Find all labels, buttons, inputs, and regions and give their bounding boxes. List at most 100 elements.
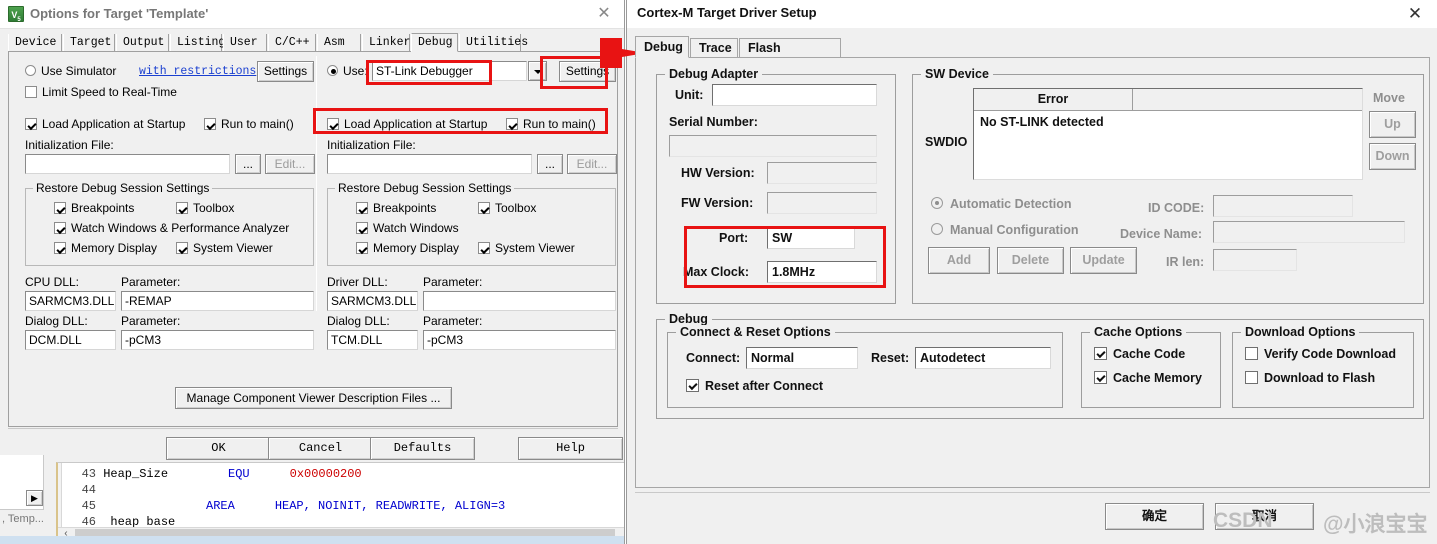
dialog-dll-input-right[interactable]: TCM.DLL	[327, 330, 418, 350]
cache-memory-checkbox[interactable]: Cache Memory	[1094, 371, 1202, 385]
code-line-43: 43 Heap_Size EQU 0x00000200	[66, 467, 362, 481]
reset-after-connect-checkbox[interactable]: Reset after Connect	[686, 379, 823, 393]
cancel-button[interactable]: Cancel	[268, 437, 373, 460]
sim-restore-watch-windows[interactable]: Watch Windows & Performance Analyzer	[54, 221, 289, 235]
download-options-group: Download Options Verify Code Download Do…	[1232, 325, 1414, 408]
sim-restore-system-viewer[interactable]: System Viewer	[176, 241, 273, 255]
checkbox-indicator	[204, 118, 216, 130]
debug-tab-content: Debug Adapter Unit: Serial Number: HW Ve…	[635, 58, 1430, 488]
sim-browse-button[interactable]: ...	[235, 154, 261, 174]
close-icon[interactable]: ✕	[593, 3, 615, 25]
group-caption: Debug	[665, 312, 712, 326]
cpu-dll-input[interactable]: SARMCM3.DLL	[25, 291, 116, 311]
checkbox-indicator	[686, 379, 699, 392]
sim-restore-memory-display[interactable]: Memory Display	[54, 241, 157, 255]
group-caption: Connect & Reset Options	[676, 325, 835, 339]
dialog-parameter-label-left: Parameter:	[121, 314, 181, 328]
ok-button[interactable]: OK	[166, 437, 271, 460]
dbg-browse-button[interactable]: ...	[537, 154, 563, 174]
reset-select-value[interactable]: Autodetect	[915, 347, 1051, 369]
dbg-load-app-checkbox[interactable]: Load Application at Startup	[327, 117, 487, 131]
debugger-select-value[interactable]: ST-Link Debugger	[372, 61, 527, 81]
debugger-select-dropdown-arrow[interactable]	[528, 61, 547, 81]
cache-code-checkbox[interactable]: Cache Code	[1094, 347, 1185, 361]
use-debugger-radio[interactable]: Use:	[327, 64, 368, 78]
tab-debug[interactable]: Debug	[635, 36, 689, 58]
confirm-button[interactable]: 确定	[1105, 503, 1204, 530]
unit-select-value[interactable]	[712, 84, 877, 106]
move-up-button[interactable]: Up	[1369, 111, 1416, 138]
defaults-button[interactable]: Defaults	[370, 437, 475, 460]
tab-flash-download[interactable]: Flash Download	[739, 38, 841, 74]
source-code-editor[interactable]: 43 Heap_Size EQU 0x00000200 44 45 AREA HEAP,…	[56, 462, 624, 544]
connect-select-value[interactable]: Normal	[746, 347, 858, 369]
download-to-flash-checkbox[interactable]: Download to Flash	[1245, 371, 1375, 385]
sim-restore-breakpoints[interactable]: Breakpoints	[54, 201, 134, 215]
use-simulator-radio[interactable]: Use Simulator	[25, 64, 116, 78]
dbg-restore-memory-display[interactable]: Memory Display	[356, 241, 459, 255]
dbg-restore-system-viewer[interactable]: System Viewer	[478, 241, 575, 255]
options-tab-strip: Device Target Output Listing User C/C++ …	[8, 33, 618, 52]
simulator-settings-button[interactable]: Settings	[257, 61, 314, 82]
checkbox-indicator	[54, 242, 66, 254]
verify-code-download-checkbox[interactable]: Verify Code Download	[1245, 347, 1396, 361]
automatic-detection-radio[interactable]: Automatic Detection	[931, 197, 1072, 211]
max-clock-select-value[interactable]: 1.8MHz	[767, 261, 877, 283]
group-caption: SW Device	[921, 67, 993, 81]
tab-utilities[interactable]: Utilities	[459, 34, 528, 52]
driver-parameter-input[interactable]	[423, 291, 616, 311]
tab-cpp[interactable]: C/C++	[268, 34, 316, 52]
add-button[interactable]: Add	[928, 247, 990, 274]
scroll-right-arrow-icon[interactable]: ▶	[26, 490, 43, 506]
hw-version-label: HW Version:	[681, 166, 755, 180]
close-icon[interactable]: ✕	[1404, 3, 1426, 25]
tab-target[interactable]: Target	[63, 34, 115, 52]
move-down-button[interactable]: Down	[1369, 143, 1416, 170]
tab-device[interactable]: Device	[8, 34, 62, 52]
table-row[interactable]: No ST-LINK detected	[980, 115, 1104, 129]
code-line-44: 44	[66, 483, 96, 497]
tab-trace[interactable]: Trace	[690, 38, 738, 58]
manual-configuration-radio[interactable]: Manual Configuration	[931, 223, 1078, 237]
code-keyword: AREA	[206, 499, 235, 513]
dbg-restore-breakpoints[interactable]: Breakpoints	[356, 201, 436, 215]
checkbox-indicator	[478, 242, 490, 254]
sim-init-file-label: Initialization File:	[25, 138, 114, 152]
unit-label: Unit:	[675, 88, 704, 102]
hw-version-input	[767, 162, 877, 184]
tab-output[interactable]: Output	[116, 34, 169, 52]
dbg-init-file-input[interactable]	[327, 154, 532, 174]
help-button[interactable]: Help	[518, 437, 623, 460]
sim-restore-toolbox[interactable]: Toolbox	[176, 201, 234, 215]
update-button[interactable]: Update	[1070, 247, 1137, 274]
tab-user[interactable]: User	[223, 34, 267, 52]
checkbox-indicator	[1245, 371, 1258, 384]
tab-debug[interactable]: Debug	[411, 33, 458, 52]
dbg-restore-watch-windows[interactable]: Watch Windows	[356, 221, 459, 235]
dialog-dll-input-left[interactable]: DCM.DLL	[25, 330, 116, 350]
dialog-parameter-input-right[interactable]: -pCM3	[423, 330, 616, 350]
group-caption: Download Options	[1241, 325, 1360, 339]
tab-listing[interactable]: Listing	[170, 34, 225, 52]
cancel-button[interactable]: 取消	[1215, 503, 1314, 530]
project-tab-temp[interactable]: , Temp...	[2, 513, 44, 525]
sim-run-to-main-checkbox[interactable]: Run to main()	[204, 117, 294, 131]
dbg-run-to-main-checkbox[interactable]: Run to main()	[506, 117, 596, 131]
sim-init-file-input[interactable]	[25, 154, 230, 174]
column-blank	[1133, 89, 1363, 110]
checkbox-indicator	[176, 202, 188, 214]
dialog-parameter-input-left[interactable]: -pCM3	[121, 330, 314, 350]
limit-speed-checkbox[interactable]: Limit Speed to Real-Time	[25, 85, 177, 99]
tab-linker[interactable]: Linker	[362, 34, 410, 52]
cpu-parameter-input[interactable]: -REMAP	[121, 291, 314, 311]
dbg-restore-toolbox[interactable]: Toolbox	[478, 201, 536, 215]
driver-dll-input[interactable]: SARMCM3.DLL	[327, 291, 418, 311]
delete-button[interactable]: Delete	[997, 247, 1064, 274]
sw-device-table[interactable]: Error No ST-LINK detected	[973, 88, 1363, 180]
sim-load-app-checkbox[interactable]: Load Application at Startup	[25, 117, 185, 131]
port-select-value[interactable]: SW	[767, 227, 855, 249]
tab-asm[interactable]: Asm	[317, 34, 361, 52]
manage-component-viewer-button[interactable]: Manage Component Viewer Description File…	[175, 387, 452, 409]
fw-version-label: FW Version:	[681, 196, 754, 210]
with-restrictions-link[interactable]: with restrictions	[139, 65, 256, 78]
